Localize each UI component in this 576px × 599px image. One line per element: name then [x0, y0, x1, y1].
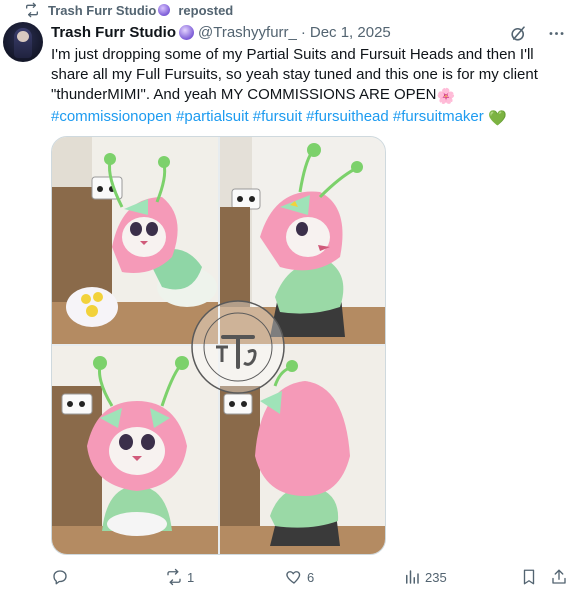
hashtag-link[interactable]: #fursuit — [253, 108, 302, 125]
hashtag-link[interactable]: #partialsuit — [176, 108, 249, 125]
hashtag-link[interactable]: #fursuitmaker — [393, 108, 484, 125]
media-photo-3[interactable] — [52, 346, 218, 554]
share-button[interactable] — [550, 568, 568, 586]
reply-button[interactable] — [51, 568, 73, 586]
avatar[interactable] — [3, 22, 43, 62]
grok-icon[interactable] — [508, 23, 528, 43]
reply-icon — [53, 570, 67, 585]
post-text: I'm just dropping some of my Partial Sui… — [51, 45, 566, 129]
action-bar: 1 6 235 — [51, 568, 571, 588]
avatar-face — [17, 31, 29, 42]
analytics-icon — [406, 570, 419, 584]
post-header: Trash Furr Studio @Trashyyfurr_ · Dec 1,… — [51, 22, 391, 42]
like-count: 6 — [307, 569, 315, 585]
repost-button[interactable]: 1 — [165, 568, 194, 586]
media-photo-1[interactable] — [52, 137, 218, 344]
repost-suffix: reposted — [178, 2, 234, 18]
media-grid — [51, 136, 386, 555]
post-text-line-3: "thunderMIMI". And yeah MY COMMISSIONS A… — [51, 85, 566, 107]
views-button[interactable]: 235 — [403, 568, 447, 586]
crystal-ball-badge-icon — [179, 24, 195, 40]
crystal-ball-badge-icon — [158, 4, 171, 16]
view-count: 235 — [425, 569, 447, 585]
bookmark-button[interactable] — [520, 568, 538, 586]
cherry-blossom-emoji: 🌸 — [436, 88, 456, 105]
separator-dot: · — [300, 23, 306, 41]
user-handle[interactable]: @Trashyyfurr_ — [198, 24, 297, 41]
post-text-line: share all my Full Fursuits, so yeah stay… — [51, 66, 538, 83]
media-photo-2[interactable] — [220, 137, 385, 344]
bookmark-icon — [523, 569, 535, 585]
post-date[interactable]: Dec 1, 2025 — [310, 24, 391, 41]
more-options-icon[interactable] — [546, 23, 566, 43]
repost-icon — [24, 2, 40, 18]
media-photo-4[interactable] — [220, 346, 385, 554]
repost-indicator[interactable]: Trash Furr Studio reposted — [24, 2, 233, 18]
heart-icon — [286, 571, 301, 584]
hashtag-link[interactable]: #commissionopen — [51, 108, 172, 125]
hashtag-line: #commissionopen #partialsuit #fursuit #f… — [51, 107, 566, 129]
display-name[interactable]: Trash Furr Studio — [51, 24, 176, 41]
like-button[interactable]: 6 — [285, 568, 314, 586]
green-heart-emoji: 💚 — [487, 110, 507, 127]
repost-author[interactable]: Trash Furr Studio — [48, 3, 156, 18]
post-text-line: "thunderMIMI". And yeah MY COMMISSIONS A… — [51, 86, 437, 103]
repost-icon — [167, 568, 181, 586]
post-text-line: I'm just dropping some of my Partial Sui… — [51, 46, 534, 63]
share-icon — [552, 569, 566, 584]
hashtag-link[interactable]: #fursuithead — [306, 108, 389, 125]
repost-count: 1 — [187, 569, 195, 585]
